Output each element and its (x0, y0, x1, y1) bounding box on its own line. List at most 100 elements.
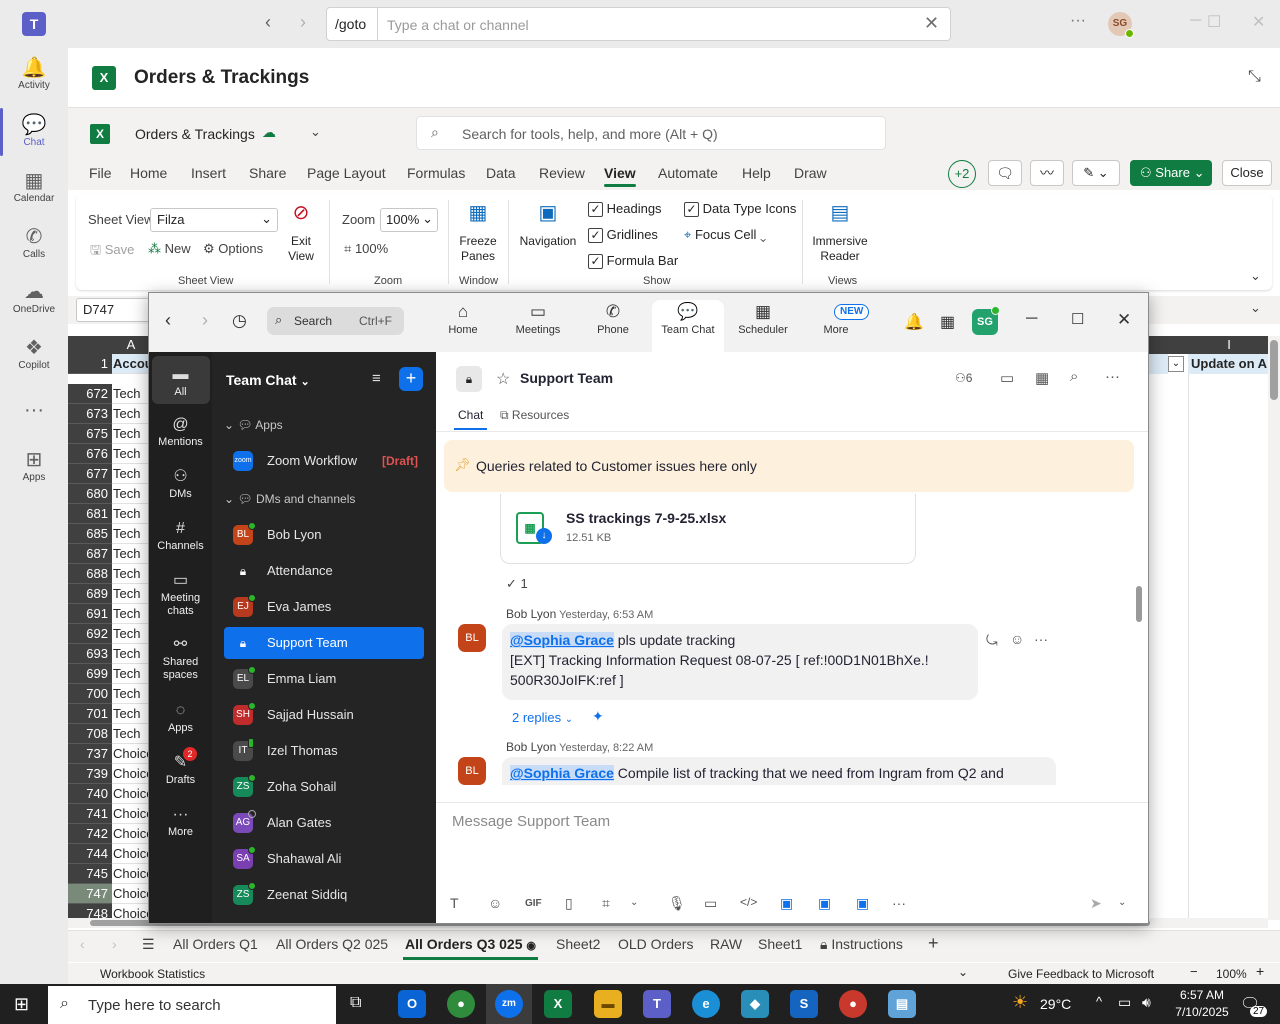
goto-search-box[interactable]: /goto Type a chat or channel ✕ (326, 7, 951, 41)
row-header[interactable]: 745 (68, 864, 112, 884)
doc-title[interactable]: Orders & Trackings (135, 126, 255, 142)
tab-share[interactable]: Share (249, 165, 286, 181)
row-header[interactable]: 701 (68, 704, 112, 724)
sheet-tab[interactable]: Sheet2 (556, 936, 600, 952)
task-view-icon[interactable]: ⧉ (350, 994, 361, 1012)
sheet-tab-instructions[interactable]: 🔒︎ Instructions (820, 936, 903, 953)
tab-help[interactable]: Help (742, 165, 771, 181)
tab-automate[interactable]: Automate (658, 165, 718, 181)
side-dms[interactable]: ⚇ DMs (151, 466, 210, 500)
row-header[interactable]: 675 (68, 424, 112, 444)
cell-account[interactable]: Tech (112, 664, 150, 684)
contact-list-item[interactable]: SA Shahawal Ali (224, 843, 424, 875)
sheet-nav-prev-icon[interactable]: ‹ (80, 936, 85, 952)
data-type-icons-checkbox[interactable]: ✓ Data Type Icons (684, 201, 796, 217)
immersive-reader-button[interactable]: ▤ Immersive Reader (808, 203, 872, 264)
cell-account[interactable]: Tech (112, 564, 150, 584)
cell-account[interactable]: Tech (112, 704, 150, 724)
sheet-tab-active[interactable]: All Orders Q3 025 ◉ (405, 936, 536, 952)
exit-view-button[interactable]: ⊘ Exit View (284, 203, 318, 264)
column-header-i[interactable]: I (1188, 336, 1270, 354)
tools-search-box[interactable]: ⌕ Search for tools, help, and more (Alt … (416, 116, 886, 150)
status-zoom-level[interactable]: 100% (1216, 967, 1247, 981)
row-header[interactable]: 687 (68, 544, 112, 564)
row-header[interactable]: 739 (68, 764, 112, 784)
message-bubble[interactable]: @Sophia Grace pls update tracking [EXT] … (502, 624, 978, 700)
nav-meetings[interactable]: ▭ Meetings (502, 300, 574, 336)
clock-date[interactable]: 7/10/2025 (1168, 1005, 1236, 1019)
schedule-icon[interactable]: ▦ (1035, 369, 1049, 387)
rail-item-chat[interactable]: 💬 Chat (0, 113, 68, 148)
message-bubble[interactable]: @Sophia Grace Compile list of tracking t… (502, 757, 1056, 785)
replies-link[interactable]: 2 replies ⌄ (512, 710, 573, 725)
channel-more-icon[interactable]: ··· (1105, 368, 1120, 385)
taskbar-search-box[interactable]: ⌕ Type here to search (48, 986, 336, 1024)
mention-tag[interactable]: @Sophia Grace (510, 632, 614, 648)
history-icon[interactable]: ◷ (232, 311, 247, 331)
row-header[interactable]: 673 (68, 404, 112, 424)
vertical-scrollbar[interactable] (1268, 336, 1280, 920)
cell-account[interactable]: Tech (112, 604, 150, 624)
add-sheet-icon[interactable]: + (928, 933, 939, 954)
activity-button[interactable]: 〰 (1030, 160, 1064, 186)
sheet-tab[interactable]: RAW (710, 936, 742, 952)
channel-search-icon[interactable]: ⌕ (1070, 368, 1078, 385)
contact-list-item[interactable]: BL Bob Lyon (224, 519, 424, 551)
row-header[interactable]: 741 (68, 804, 112, 824)
share-button[interactable]: ⚇ Share ⌄ (1130, 160, 1212, 186)
contact-list-item[interactable]: 🔒︎ Attendance (224, 555, 424, 587)
editing-mode-button[interactable]: ✎ ⌄ (1072, 160, 1120, 186)
zoom-maximize-icon[interactable]: ☐ (1071, 310, 1084, 328)
row-header[interactable]: 747 (68, 884, 112, 904)
row-header[interactable]: 744 (68, 844, 112, 864)
cell-account[interactable]: Tech (112, 644, 150, 664)
rail-item-copilot[interactable]: ❖ Copilot (0, 336, 68, 371)
app-icon[interactable]: ▣ (780, 895, 793, 912)
rail-item-onedrive[interactable]: ☁ OneDrive (0, 280, 68, 315)
sheet-tab[interactable]: All Orders Q1 (173, 936, 258, 952)
new-chat-button[interactable]: + (399, 367, 423, 391)
side-drafts[interactable]: ✎ Drafts (151, 752, 210, 786)
tab-data[interactable]: Data (486, 165, 516, 181)
cell-account[interactable]: Tech (112, 484, 150, 504)
cell-account[interactable]: Tech (112, 684, 150, 704)
zoom-close-icon[interactable]: ✕ (1117, 310, 1131, 330)
contact-list-item[interactable]: AG Alan Gates (224, 807, 424, 839)
contact-list-item[interactable]: SH Sajjad Hussain (224, 699, 424, 731)
app-icon[interactable]: S (790, 990, 818, 1018)
notifications-bell-icon[interactable]: 🔔 (904, 312, 924, 332)
feedback-link[interactable]: Give Feedback to Microsoft (1008, 967, 1154, 981)
collapse-icon[interactable]: ⤡ (1248, 68, 1261, 86)
minimize-icon[interactable]: ─ (1190, 12, 1201, 30)
cell-account[interactable]: Choice (112, 884, 150, 904)
list-item-zoom-workflow[interactable]: zoom Zoom Workflow [Draft] (224, 445, 424, 477)
header-cell-update[interactable]: Update on Ar (1188, 354, 1270, 374)
maximize-icon[interactable]: ☐ (1207, 12, 1221, 32)
column-header-a[interactable]: A (112, 336, 150, 354)
cell-account[interactable]: Tech (112, 424, 150, 444)
cell-account[interactable]: Choice (112, 744, 150, 764)
tab-review[interactable]: Review (539, 165, 585, 181)
section-dms-header[interactable]: ⌄ 💬︎ DMs and channels (224, 492, 355, 506)
tab-file[interactable]: File (89, 165, 112, 181)
side-channels[interactable]: # Channels (151, 518, 210, 552)
formula-bar-checkbox[interactable]: ✓ Formula Bar (588, 253, 678, 269)
cell-account[interactable]: Choice (112, 804, 150, 824)
close-window-icon[interactable]: ✕ (1252, 12, 1265, 32)
header-cell-account[interactable]: Accou (112, 354, 150, 374)
sheet-tab[interactable]: All Orders Q2 025 (276, 936, 388, 952)
app-icon[interactable]: ▤ (888, 990, 916, 1018)
cell-account[interactable]: Choice (112, 824, 150, 844)
side-meeting-chats[interactable]: ▭ Meeting chats (151, 570, 210, 618)
cell-account[interactable]: Tech (112, 544, 150, 564)
file-icon[interactable]: ▯ (565, 895, 573, 912)
column-header-h[interactable] (1148, 336, 1188, 354)
workbook-statistics[interactable]: Workbook Statistics (100, 967, 205, 981)
row-header[interactable]: 708 (68, 724, 112, 744)
cell-account[interactable]: Tech (112, 404, 150, 424)
zoom-search-box[interactable]: ⌕ Search Ctrl+F (267, 307, 404, 335)
app-icon[interactable]: ▣ (856, 895, 869, 912)
zoom-back-icon[interactable]: ‹ (165, 310, 171, 331)
zoom-select[interactable]: 100% ⌄ (380, 208, 438, 232)
row-header[interactable]: 693 (68, 644, 112, 664)
